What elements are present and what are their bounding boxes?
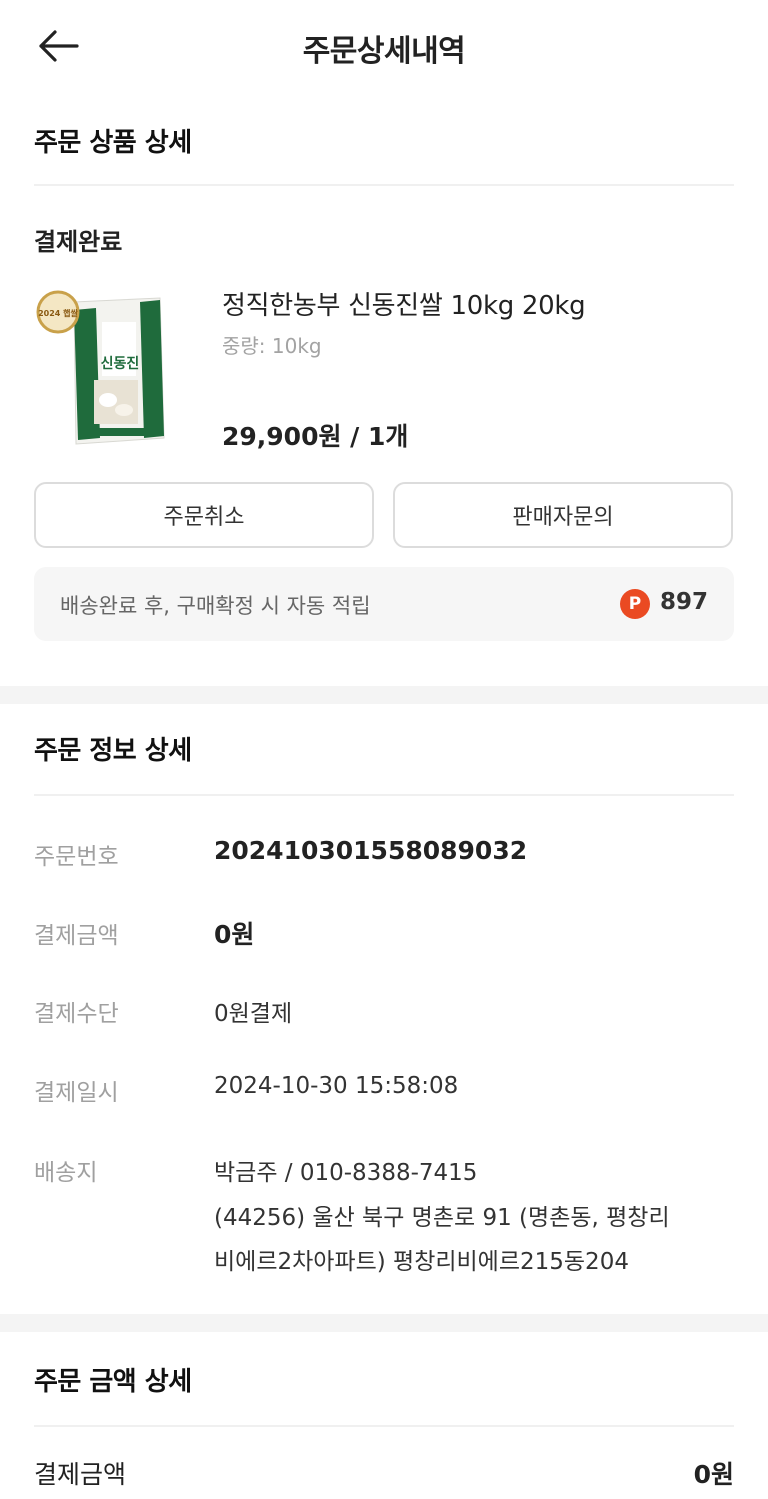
total-amount-value: 0원 xyxy=(693,1460,734,1489)
shipping-recipient: 박금주 / 010-8388-7415 xyxy=(214,1160,478,1186)
payment-method-label: 결제수단 xyxy=(34,1001,119,1027)
amount-section-title: 주문 금액 상세 xyxy=(34,1367,192,1397)
divider xyxy=(34,794,734,796)
section-gap xyxy=(0,1314,768,1332)
payment-date-value: 2024-10-30 15:58:08 xyxy=(214,1073,459,1099)
product-image-badge: 2024 햅쌀 xyxy=(38,308,78,318)
point-reward-box: 배송완료 후, 구매확정 시 자동 적립 P 897 xyxy=(34,567,734,641)
product-name[interactable]: 정직한농부 신동진쌀 10kg 20kg xyxy=(222,285,586,322)
divider xyxy=(34,1425,734,1427)
point-description: 배송완료 후, 구매확정 시 자동 적립 xyxy=(60,594,371,618)
shipping-address-label: 배송지 xyxy=(34,1160,98,1186)
product-option: 중량: 10kg xyxy=(222,334,322,358)
payment-amount-value: 0원 xyxy=(214,920,255,949)
cancel-order-button[interactable]: 주문취소 xyxy=(34,482,374,548)
seller-inquiry-button[interactable]: 판매자문의 xyxy=(393,482,733,548)
order-info-section-title: 주문 정보 상세 xyxy=(34,736,192,766)
order-status: 결제완료 xyxy=(34,228,123,256)
product-price: 29,900원 / 1개 xyxy=(222,422,409,451)
shipping-address-line: 비에르2차아파트) 평창리비에르215동204 xyxy=(214,1249,629,1275)
product-image-brand: 신동진 xyxy=(101,355,140,372)
payment-date-label: 결제일시 xyxy=(34,1080,119,1106)
order-number-value: 202410301558089032 xyxy=(214,836,528,865)
total-amount-label: 결제금액 xyxy=(34,1460,127,1489)
divider xyxy=(34,184,734,186)
page-title: 주문상세내역 xyxy=(302,34,466,69)
payment-amount-label: 결제금액 xyxy=(34,923,119,949)
product-section-title: 주문 상품 상세 xyxy=(34,128,192,158)
section-gap xyxy=(0,686,768,704)
app-header: 주문상세내역 xyxy=(0,0,768,95)
point-icon: P xyxy=(620,589,650,619)
product-image[interactable]: 신동진 2024 햅쌀 xyxy=(36,288,168,452)
shipping-address-line: (44256) 울산 북구 명촌로 91 (명촌동, 평창리 xyxy=(214,1205,670,1231)
order-number-label: 주문번호 xyxy=(34,844,119,870)
payment-method-value: 0원결제 xyxy=(214,1001,293,1027)
point-value: 897 xyxy=(659,589,708,615)
